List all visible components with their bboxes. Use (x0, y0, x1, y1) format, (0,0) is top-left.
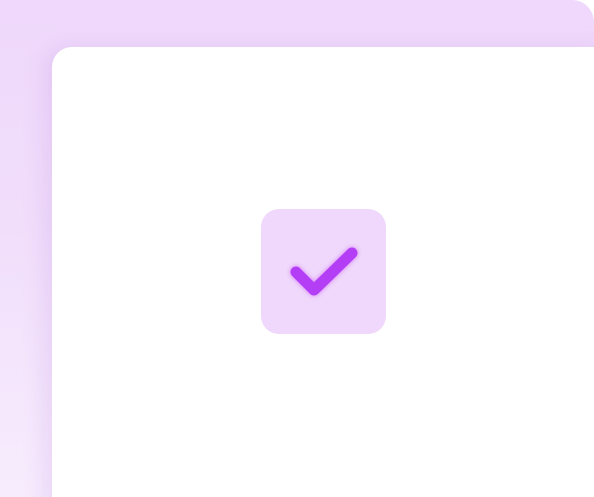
app-frame (0, 0, 594, 497)
content-panel (52, 47, 594, 497)
checkmark-icon (290, 247, 358, 296)
checkbox-tile[interactable] (261, 209, 386, 334)
